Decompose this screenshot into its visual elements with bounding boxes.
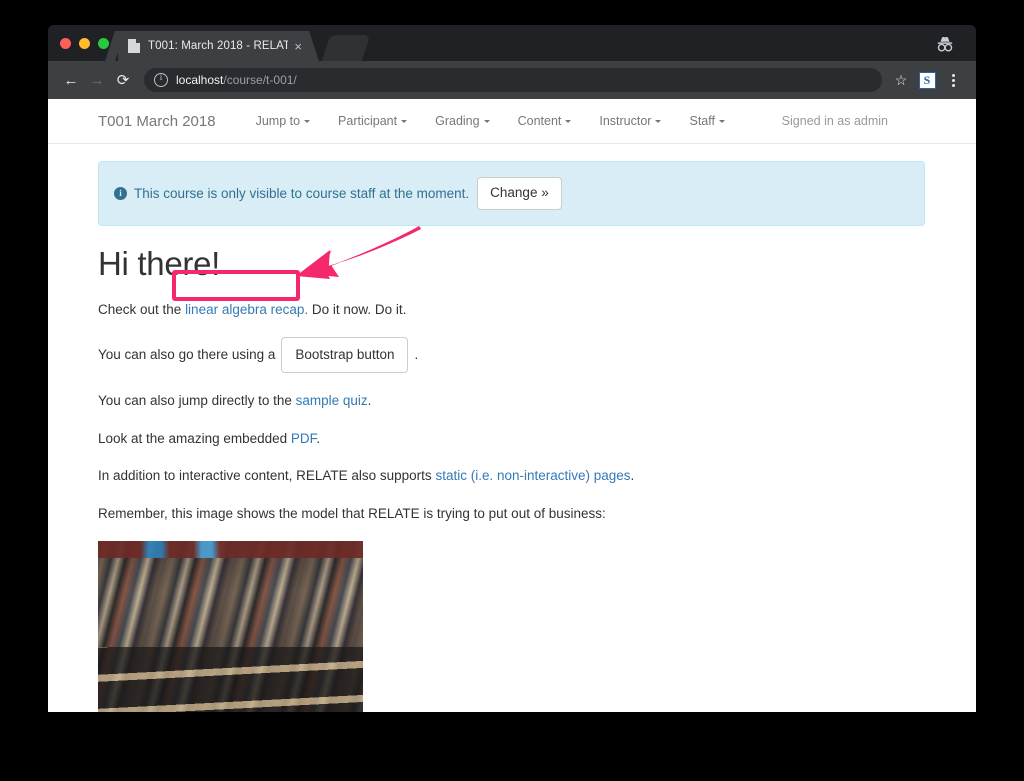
- tab-title: T001: March 2018 - RELATE: [148, 40, 289, 52]
- url-path: /course/t-001/: [223, 73, 297, 87]
- extension-icon: S: [918, 71, 936, 89]
- nav-item-staff[interactable]: Staff: [675, 114, 738, 128]
- text-after-button: .: [414, 347, 419, 363]
- chevron-down-icon: [655, 120, 662, 124]
- nav-item-jump-to[interactable]: Jump to: [242, 114, 324, 128]
- browser-tab-strip: T001: March 2018 - RELATE ×: [48, 25, 976, 61]
- extension-button[interactable]: S: [914, 67, 940, 93]
- info-icon: i: [114, 186, 127, 200]
- chevron-down-icon: [565, 120, 572, 124]
- kebab-menu-icon[interactable]: [940, 67, 966, 93]
- paragraph-pdf: Look at the amazing embedded PDF.: [98, 429, 926, 449]
- course-visibility-alert: i This course is only visible to course …: [98, 161, 925, 226]
- chevron-down-icon: [718, 120, 725, 124]
- text-after-link: .: [316, 430, 321, 446]
- forward-button[interactable]: →: [84, 67, 110, 93]
- bookmark-star-icon[interactable]: ☆: [888, 67, 914, 93]
- reload-button[interactable]: ⟳: [110, 67, 136, 93]
- text-before-link: Look at the amazing embedded: [98, 430, 291, 446]
- info-circle-icon[interactable]: [154, 72, 168, 87]
- nav-item-label: Content: [517, 114, 562, 128]
- kebab-dots: [951, 73, 955, 87]
- url-host: localhost: [176, 73, 224, 87]
- signed-in-status: Signed in as admin: [781, 114, 888, 128]
- navbar-menu: Jump to Participant Grading Content Inst…: [242, 114, 739, 128]
- page-viewport: T001 March 2018 Jump to Participant Grad…: [48, 99, 976, 712]
- alert-message: This course is only visible to course st…: [134, 185, 470, 201]
- back-button[interactable]: ←: [58, 67, 84, 93]
- lecture-hall-exam-photo: [98, 541, 363, 712]
- address-bar[interactable]: localhost /course/t-001/: [144, 68, 882, 92]
- paragraph-bootstrap-button: You can also go there using a Bootstrap b…: [98, 337, 926, 374]
- nav-item-grading[interactable]: Grading: [421, 114, 503, 128]
- nav-item-label: Participant: [338, 114, 398, 128]
- nav-item-label: Jump to: [255, 114, 301, 128]
- window-traffic-lights: [60, 38, 109, 49]
- paragraph-static-pages: In addition to interactive content, RELA…: [98, 466, 926, 486]
- paragraph-image-intro: Remember, this image shows the model tha…: [98, 505, 606, 521]
- nav-item-label: Grading: [435, 114, 480, 128]
- page-container: i This course is only visible to course …: [48, 161, 976, 712]
- close-window-button[interactable]: [60, 38, 71, 49]
- paragraph-linear-algebra: Check out the linear algebra recap. Do i…: [98, 300, 926, 320]
- course-brand[interactable]: T001 March 2018: [98, 113, 216, 130]
- text-after-link: .: [630, 468, 635, 484]
- new-tab-button[interactable]: [321, 35, 371, 61]
- chevron-down-icon: [401, 120, 408, 124]
- text-before-button: You can also go there using a: [98, 347, 276, 363]
- sample-quiz-link[interactable]: sample quiz: [296, 393, 368, 408]
- linear-algebra-recap-link[interactable]: linear algebra recap.: [185, 302, 308, 317]
- minimize-window-button[interactable]: [79, 38, 90, 49]
- static-pages-link[interactable]: static (i.e. non-interactive) pages: [435, 468, 630, 483]
- bootstrap-button[interactable]: Bootstrap button: [281, 337, 409, 374]
- browser-window: T001: March 2018 - RELATE × ← → ⟳ localh…: [48, 25, 976, 712]
- browser-toolbar: ← → ⟳ localhost /course/t-001/ ☆ S: [48, 61, 976, 99]
- nav-item-label: Staff: [689, 114, 715, 128]
- page-title: Hi there!: [98, 244, 221, 282]
- site-navbar: T001 March 2018 Jump to Participant Grad…: [48, 99, 976, 144]
- pdf-link[interactable]: PDF: [291, 431, 317, 446]
- maximize-window-button[interactable]: [98, 38, 109, 49]
- browser-tab[interactable]: T001: March 2018 - RELATE ×: [118, 31, 310, 61]
- text-before-link: In addition to interactive content, RELA…: [98, 468, 436, 484]
- chevron-down-icon: [304, 120, 311, 124]
- close-tab-icon[interactable]: ×: [288, 40, 302, 53]
- paragraph-sample-quiz: You can also jump directly to the sample…: [98, 391, 926, 411]
- nav-item-participant[interactable]: Participant: [324, 114, 421, 128]
- chevron-down-icon: [483, 120, 490, 124]
- nav-item-instructor[interactable]: Instructor: [585, 114, 675, 128]
- change-visibility-button[interactable]: Change »: [477, 177, 562, 210]
- page-icon: [128, 39, 140, 53]
- text-after-link: Do it now. Do it.: [308, 301, 407, 317]
- nav-item-label: Instructor: [599, 114, 652, 128]
- text-before-link: You can also jump directly to the: [98, 393, 296, 409]
- screenshot-root: T001: March 2018 - RELATE × ← → ⟳ localh…: [0, 0, 1024, 781]
- nav-item-content[interactable]: Content: [504, 114, 586, 128]
- incognito-icon: [937, 36, 953, 52]
- text-after-link: .: [367, 393, 372, 409]
- text-before-link: Check out the: [98, 301, 186, 317]
